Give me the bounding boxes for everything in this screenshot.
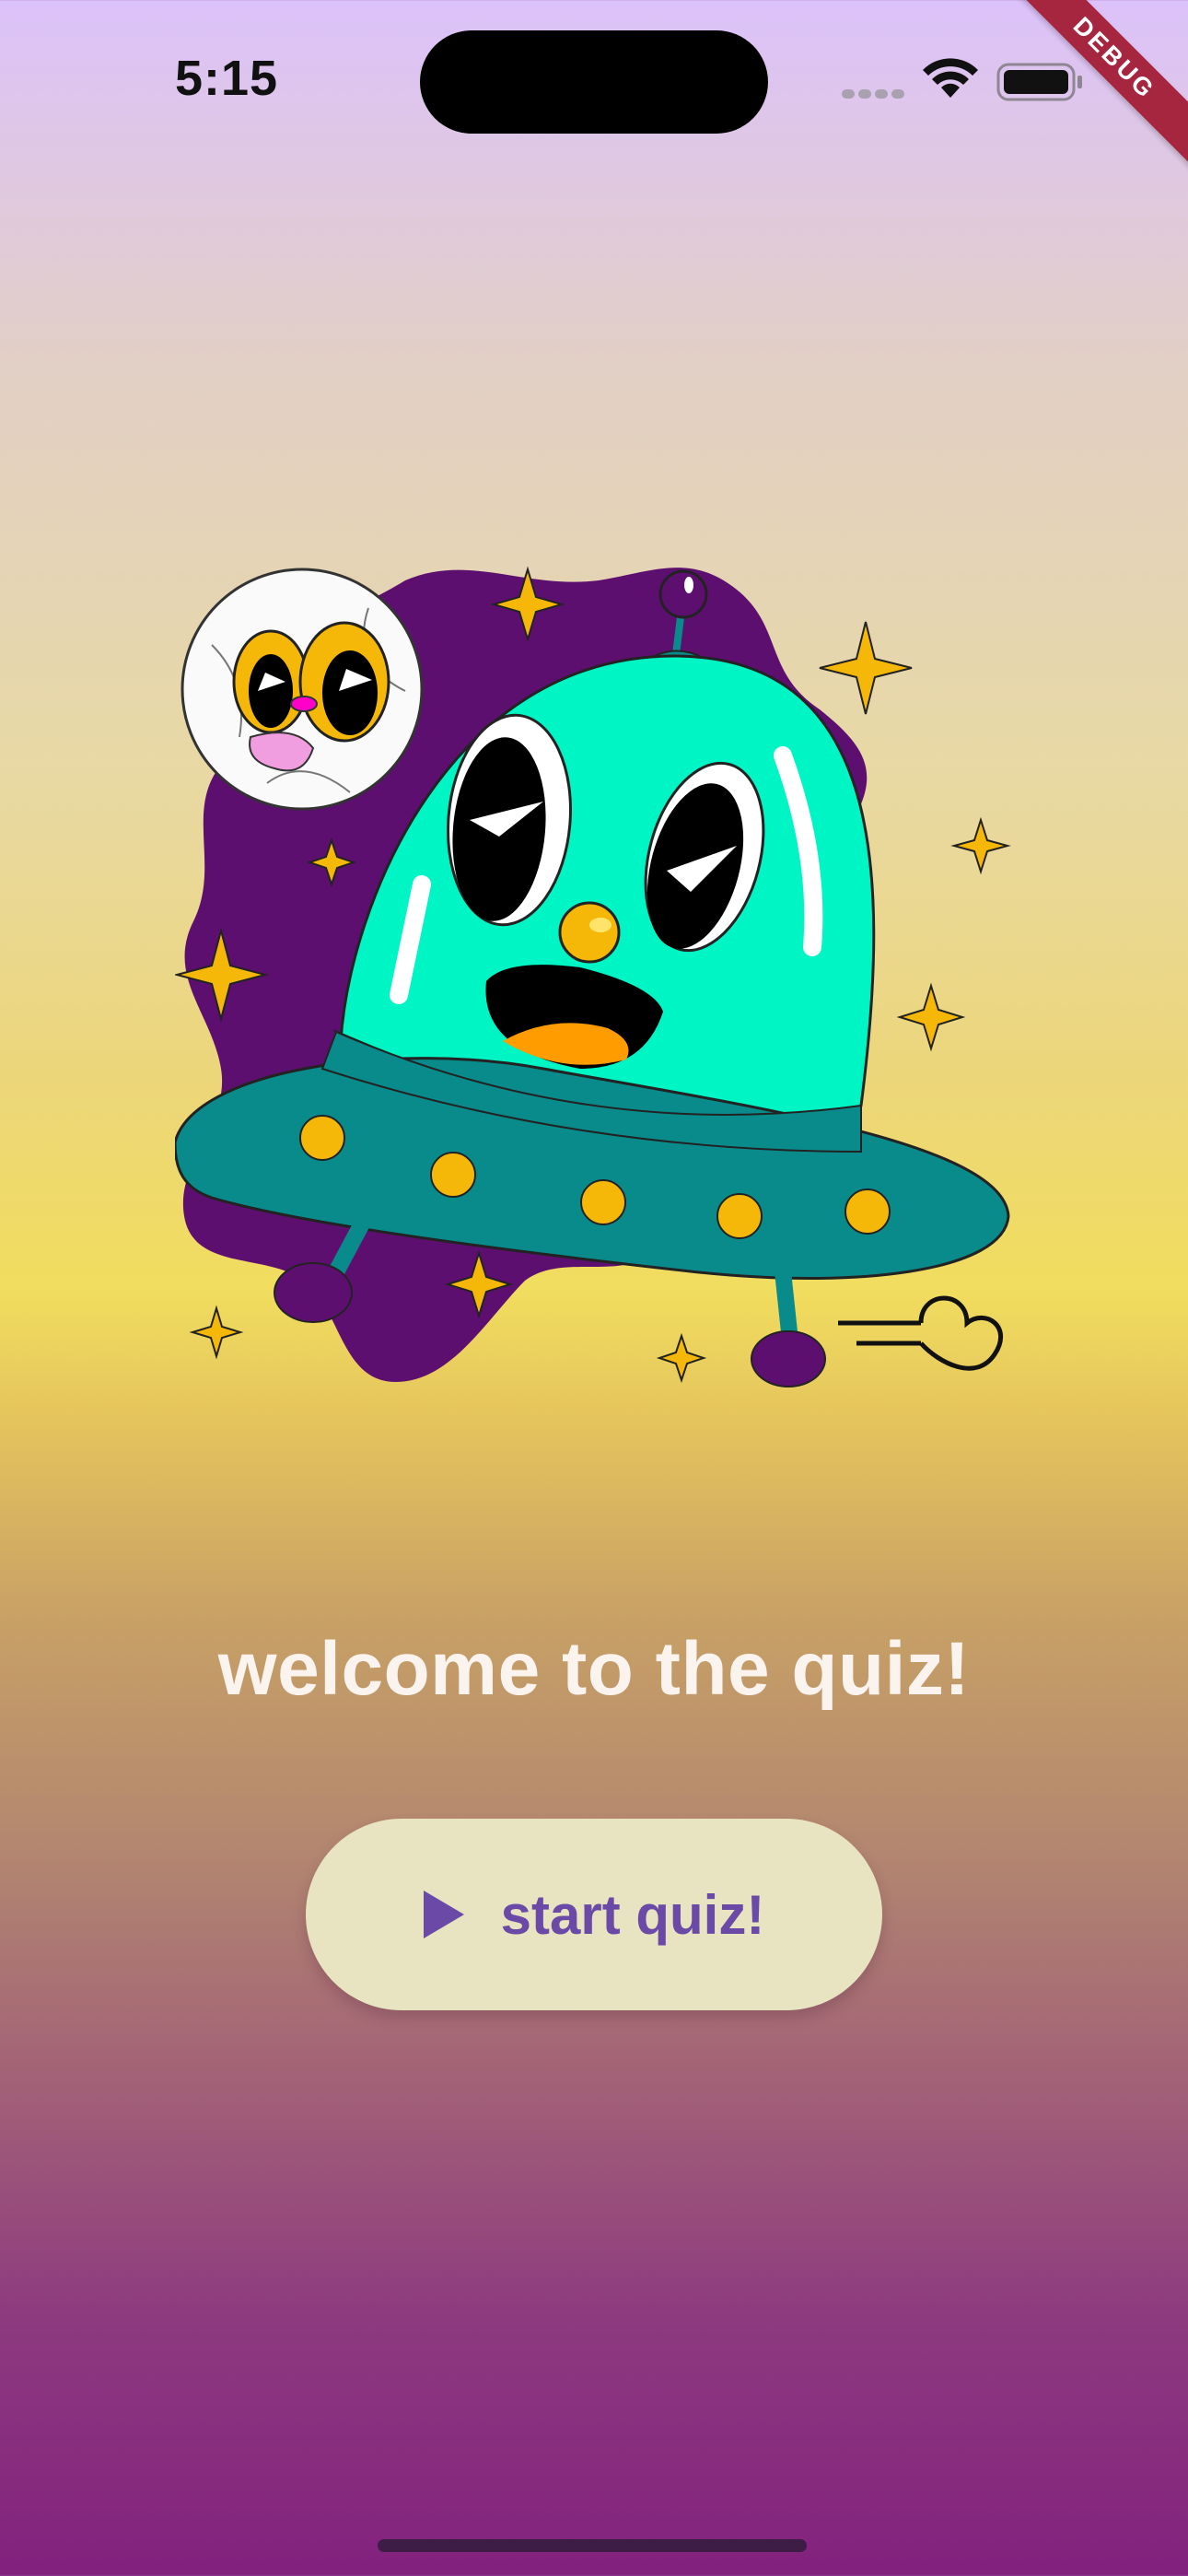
start-quiz-button[interactable]: start quiz! (306, 1819, 882, 2010)
wifi-icon (923, 58, 978, 98)
cellular-signal-icon (842, 87, 908, 103)
dynamic-island (420, 30, 768, 134)
wind-swoosh-icon (838, 1295, 1003, 1371)
play-icon (423, 1891, 464, 1938)
alien-ufo-illustration (175, 566, 1011, 1388)
status-bar: 5:15 (0, 0, 1188, 166)
welcome-title: welcome to the quiz! (217, 1627, 971, 1711)
battery-icon (996, 63, 1082, 101)
home-indicator[interactable] (378, 2539, 807, 2552)
start-quiz-label: start quiz! (500, 1883, 765, 1946)
status-time: 5:15 (175, 51, 279, 106)
planet-face (181, 568, 424, 811)
